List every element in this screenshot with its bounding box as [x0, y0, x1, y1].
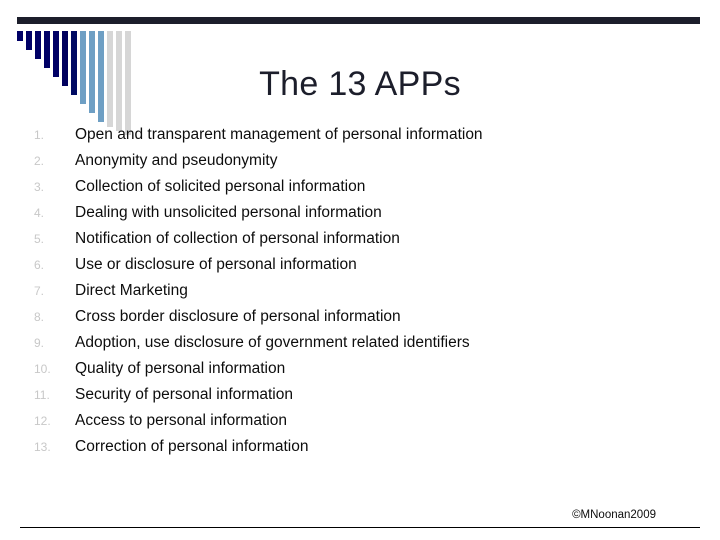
list-item: 7. Direct Marketing: [30, 282, 670, 308]
header-rule: [17, 17, 700, 24]
app-principles-list: 1. Open and transparent management of per…: [30, 126, 670, 464]
list-item: 3. Collection of solicited personal infor…: [30, 178, 670, 204]
list-item-label: Correction of personal information: [75, 438, 309, 455]
list-item-number: 11.: [34, 388, 50, 402]
presentation-slide: The 13 APPs 1. Open and transparent manag…: [0, 0, 720, 540]
footer-credit: ©MNoonan2009: [572, 509, 656, 521]
list-item-number: 6.: [34, 258, 45, 272]
motif-bar: [26, 31, 32, 50]
list-item-label: Quality of personal information: [75, 360, 286, 377]
list-item-number: 3.: [34, 180, 45, 194]
list-item-label: Access to personal information: [75, 412, 287, 429]
list-item: 6. Use or disclosure of personal informat…: [30, 256, 670, 282]
motif-bar: [35, 31, 41, 59]
list-item: 8. Cross border disclosure of personal in…: [30, 308, 670, 334]
list-item-label: Anonymity and pseudonymity: [75, 152, 278, 169]
list-item-label: Collection of solicited personal informa…: [75, 178, 366, 195]
list-item-number: 10.: [34, 362, 51, 376]
list-item: 2. Anonymity and pseudonymity: [30, 152, 670, 178]
list-item-label: Security of personal information: [75, 386, 293, 403]
list-item-number: 13.: [34, 440, 51, 454]
list-item-label: Adoption, use disclosure of government r…: [75, 334, 470, 351]
motif-bar: [17, 31, 23, 41]
list-item: 1. Open and transparent management of per…: [30, 126, 670, 152]
list-item-label: Use or disclosure of personal informatio…: [75, 256, 357, 273]
list-item-label: Notification of collection of personal i…: [75, 230, 400, 247]
list-item-label: Direct Marketing: [75, 282, 188, 299]
list-item-number: 8.: [34, 310, 45, 324]
list-item: 10. Quality of personal information: [30, 360, 670, 386]
list-item-number: 2.: [34, 154, 45, 168]
list-item-number: 12.: [34, 414, 51, 428]
list-item: 13. Correction of personal information: [30, 438, 670, 464]
list-item-number: 5.: [34, 232, 45, 246]
list-item-label: Open and transparent management of perso…: [75, 126, 483, 143]
list-item-number: 1.: [34, 128, 45, 142]
list-item-number: 7.: [34, 284, 45, 298]
page-title: The 13 APPs: [259, 65, 461, 103]
list-item-number: 9.: [34, 336, 45, 350]
list-item: 4. Dealing with unsolicited personal info…: [30, 204, 670, 230]
list-item-number: 4.: [34, 206, 45, 220]
footer-rule: [20, 527, 700, 528]
list-item: 5. Notification of collection of personal…: [30, 230, 670, 256]
list-item-label: Cross border disclosure of personal info…: [75, 308, 401, 325]
list-item: 11. Security of personal information: [30, 386, 670, 412]
list-item: 12. Access to personal information: [30, 412, 670, 438]
list-item-label: Dealing with unsolicited personal inform…: [75, 204, 382, 221]
list-item: 9. Adoption, use disclosure of government…: [30, 334, 670, 360]
